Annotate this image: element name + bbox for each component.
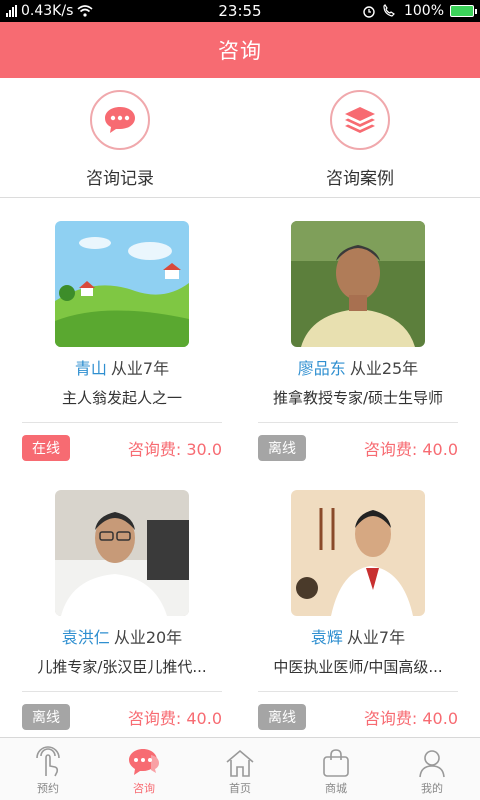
consultant-card[interactable]: 袁洪仁 从业20年 儿推专家/张汉臣儿推代... 离线 咨询费: 40.0 (22, 490, 222, 730)
consultant-name[interactable]: 袁洪仁 (62, 628, 110, 647)
consultant-photo-landscape (55, 221, 189, 347)
divider (258, 691, 458, 692)
wifi-icon (77, 5, 93, 17)
touch-icon (36, 746, 60, 777)
consultant-name[interactable]: 袁辉 (311, 628, 343, 647)
consultant-name[interactable]: 廖品东 (298, 359, 346, 378)
tab-mall[interactable]: 商城 (288, 738, 384, 800)
status-bar: 0.43K/s 23:55 100% (0, 0, 480, 22)
tab-label: 商城 (325, 782, 347, 795)
tab-label: 首页 (229, 782, 251, 795)
battery-icon (450, 5, 477, 17)
consultant-experience: 从业7年 (110, 359, 170, 378)
call-icon (383, 4, 395, 17)
tab-label: 咨询 (133, 782, 155, 795)
bottom-tab-bar: 预约 咨询 首页 商城 我的 (0, 737, 480, 800)
consultant-photo (291, 490, 425, 616)
consultant-photo (55, 490, 189, 616)
tab-label: 我的 (421, 782, 443, 795)
consultant-experience: 从业25年 (349, 359, 419, 378)
consultant-name[interactable]: 青山 (75, 359, 107, 378)
consult-fee: 咨询费: 40.0 (363, 709, 458, 728)
consultant-title: 主人翁发起人之一 (61, 389, 182, 407)
divider (22, 691, 222, 692)
status-badge: 在线 (22, 435, 70, 461)
shopping-bag-icon (323, 749, 349, 777)
consult-cases-icon-ring (330, 90, 390, 150)
consult-records-button[interactable]: 咨询记录 (0, 78, 240, 197)
divider (22, 422, 222, 423)
consult-records-label: 咨询记录 (86, 169, 154, 189)
chat-icon (129, 749, 159, 775)
battery-percent: 100% (403, 3, 444, 19)
consult-fee: 咨询费: 40.0 (127, 709, 222, 728)
consult-cases-label: 咨询案例 (326, 169, 394, 189)
status-badge: 离线 (258, 704, 306, 730)
title-bar: 咨询 (0, 22, 480, 78)
tab-appointment[interactable]: 预约 (0, 738, 96, 800)
consult-records-icon-ring (90, 90, 150, 150)
tab-consult[interactable]: 咨询 (96, 738, 192, 800)
quick-actions: 咨询记录 咨询案例 (0, 78, 480, 198)
tab-label: 预约 (37, 782, 59, 795)
consultant-card[interactable]: 青山 从业7年 主人翁发起人之一 在线 咨询费: 30.0 (22, 221, 222, 461)
page-title: 咨询 (218, 39, 262, 63)
status-badge: 离线 (22, 704, 70, 730)
network-speed: 0.43K/s (21, 3, 74, 19)
consultant-card[interactable]: 廖品东 从业25年 推拿教授专家/硕士生导师 离线 咨询费: 40.0 (258, 221, 458, 461)
status-badge: 离线 (258, 435, 306, 461)
consult-cases-button[interactable]: 咨询案例 (240, 78, 480, 197)
consult-fee: 咨询费: 40.0 (363, 440, 458, 459)
user-icon (419, 750, 445, 778)
clock: 23:55 (218, 2, 262, 20)
consultant-title: 推拿教授专家/硕士生导师 (272, 389, 444, 407)
layers-icon (345, 107, 375, 133)
consultant-photo (291, 221, 425, 347)
tab-home[interactable]: 首页 (192, 738, 288, 800)
alarm-icon (363, 6, 375, 18)
consultant-experience: 从业20年 (113, 628, 183, 647)
consultant-card[interactable]: 袁辉 从业7年 中医执业医师/中国高级... 离线 咨询费: 40.0 (258, 490, 458, 730)
consultant-grid: 青山 从业7年 主人翁发起人之一 在线 咨询费: 30.0 廖品东 从业25年 推拿… (0, 199, 480, 737)
chat-bubble-icon (105, 107, 135, 133)
consult-fee: 咨询费: 30.0 (127, 440, 222, 459)
home-icon (226, 749, 254, 777)
consultant-title: 中医执业医师/中国高级... (273, 658, 443, 676)
consultant-title: 儿推专家/张汉臣儿推代... (37, 658, 207, 676)
tab-mine[interactable]: 我的 (384, 738, 480, 800)
signal-icon (6, 5, 17, 17)
divider (258, 422, 458, 423)
consultant-experience: 从业7年 (346, 628, 406, 647)
